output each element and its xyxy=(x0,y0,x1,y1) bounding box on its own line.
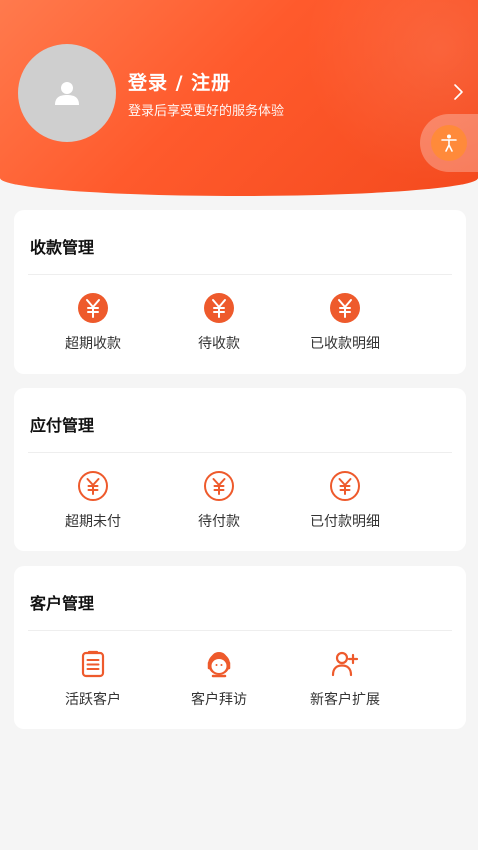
item-label: 超期未付 xyxy=(65,514,121,530)
item-overdue-unpaid[interactable]: 超期未付 xyxy=(28,470,158,540)
add-user-icon xyxy=(331,651,359,677)
item-pending-receivables[interactable]: 待收款 xyxy=(154,292,284,362)
section-customers: 客户管理 活跃客户 客户拜访 新客户扩展 xyxy=(14,566,466,729)
item-label: 待付款 xyxy=(198,514,240,530)
section-receivables: 收款管理 超期收款 待收款 已收款明细 xyxy=(14,210,466,374)
item-customer-visits[interactable]: 客户拜访 xyxy=(154,648,284,718)
section-title: 应付管理 xyxy=(30,416,95,435)
yuan-outline-icon xyxy=(330,471,360,501)
user-silhouette-icon xyxy=(55,82,79,105)
login-subtitle: 登录后享受更好的服务体验 xyxy=(128,104,285,119)
yuan-filled-icon xyxy=(204,293,234,323)
section-payables: 应付管理 超期未付 待付款 已付款明细 xyxy=(14,388,466,551)
yuan-outline-icon xyxy=(78,471,108,501)
yuan-outline-icon xyxy=(204,471,234,501)
section-title: 客户管理 xyxy=(30,594,95,613)
divider xyxy=(28,630,452,631)
yuan-filled-icon xyxy=(78,293,108,323)
divider xyxy=(28,452,452,453)
item-paid-details[interactable]: 已付款明细 xyxy=(280,470,410,540)
divider xyxy=(28,274,452,275)
clipboard-list-icon xyxy=(81,650,105,678)
section-title: 收款管理 xyxy=(30,238,95,257)
item-label: 活跃客户 xyxy=(65,692,121,708)
accessibility-button-inner xyxy=(431,125,467,161)
chevron-right-icon[interactable] xyxy=(452,82,466,102)
item-label: 超期收款 xyxy=(65,336,121,352)
item-label: 已收款明细 xyxy=(310,336,380,352)
profile-header: 登录 / 注册 登录后享受更好的服务体验 xyxy=(0,0,478,196)
item-received-details[interactable]: 已收款明细 xyxy=(280,292,410,362)
item-new-customer-expansion[interactable]: 新客户扩展 xyxy=(280,648,410,718)
accessibility-icon xyxy=(441,134,457,152)
item-label: 客户拜访 xyxy=(191,692,247,708)
accessibility-float-button[interactable] xyxy=(420,114,478,172)
item-label: 待收款 xyxy=(198,336,240,352)
item-active-customers[interactable]: 活跃客户 xyxy=(28,648,158,718)
customer-service-icon xyxy=(207,652,231,678)
login-register-link[interactable]: 登录 / 注册 xyxy=(128,68,231,95)
item-label: 已付款明细 xyxy=(310,514,380,530)
item-label: 新客户扩展 xyxy=(310,692,380,708)
avatar[interactable] xyxy=(18,44,116,142)
yuan-filled-icon xyxy=(330,293,360,323)
item-overdue-receivables[interactable]: 超期收款 xyxy=(28,292,158,362)
item-pending-payment[interactable]: 待付款 xyxy=(154,470,284,540)
